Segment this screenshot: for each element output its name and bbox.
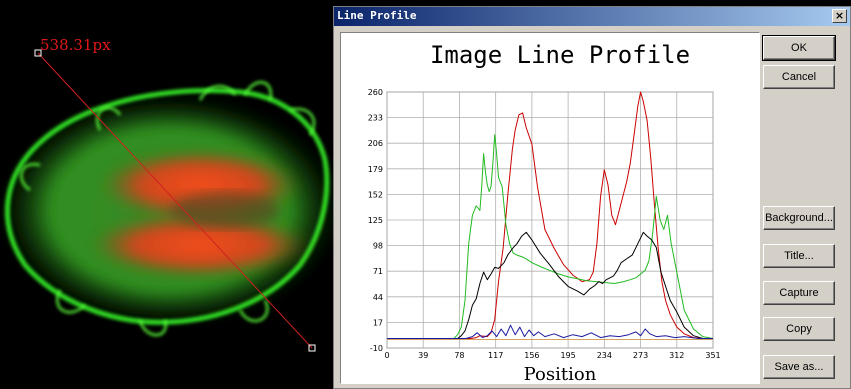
cell-fluorescence-svg bbox=[0, 49, 333, 352]
cancel-button[interactable]: Cancel bbox=[763, 65, 835, 89]
x-tick-label: 156 bbox=[524, 351, 539, 360]
x-tick-label: 234 bbox=[597, 351, 612, 360]
ok-button[interactable]: OK bbox=[762, 35, 836, 61]
x-tick-label: 195 bbox=[560, 351, 575, 360]
dialog-titlebar[interactable]: Line Profile × bbox=[334, 7, 850, 26]
copy-button[interactable]: Copy bbox=[763, 317, 835, 341]
line-profile-dialog: Line Profile × Image Line Profile -10 17 44… bbox=[333, 6, 851, 389]
y-tick-label: -10 bbox=[370, 344, 383, 353]
close-button[interactable]: × bbox=[832, 9, 847, 23]
x-axis-label: Position bbox=[524, 364, 597, 383]
y-tick-label: 44 bbox=[373, 293, 383, 302]
y-tick-label: 233 bbox=[368, 114, 383, 123]
chart-title: Image Line Profile bbox=[430, 41, 690, 69]
x-tick-label: 117 bbox=[488, 351, 503, 360]
y-tick-label: 206 bbox=[368, 139, 383, 148]
y-tick-label: 125 bbox=[368, 216, 383, 225]
capture-button[interactable]: Capture bbox=[763, 281, 835, 305]
x-tick-label: 273 bbox=[633, 351, 648, 360]
x-tick-label: 78 bbox=[454, 351, 464, 360]
x-tick-label: 0 bbox=[384, 351, 389, 360]
y-tick-label: 152 bbox=[368, 190, 383, 199]
profile-chart-svg: Image Line Profile -10 17 44 71 98 125 152 179 20… bbox=[368, 41, 721, 383]
nucleus-shadow bbox=[170, 192, 280, 228]
dialog-title: Line Profile bbox=[337, 9, 417, 22]
x-tick-label: 39 bbox=[418, 351, 428, 360]
profile-plot-area: Image Line Profile -10 17 44 71 98 125 152 179 20… bbox=[340, 32, 760, 384]
background-button[interactable]: Background... bbox=[763, 206, 835, 230]
y-tick-label: 260 bbox=[368, 88, 383, 97]
x-tick-label: 312 bbox=[669, 351, 684, 360]
y-tick-label: 17 bbox=[373, 318, 383, 327]
x-tick-label: 351 bbox=[705, 351, 720, 360]
save-as-button[interactable]: Save as... bbox=[763, 355, 835, 379]
measurement-length-label: 538.31px bbox=[40, 36, 111, 54]
y-tick-label: 98 bbox=[373, 242, 383, 251]
y-tick-label: 71 bbox=[373, 267, 383, 276]
y-tick-label: 179 bbox=[368, 165, 383, 174]
title-button[interactable]: Title... bbox=[763, 244, 835, 268]
micrograph-image[interactable]: 538.31px bbox=[0, 0, 333, 389]
